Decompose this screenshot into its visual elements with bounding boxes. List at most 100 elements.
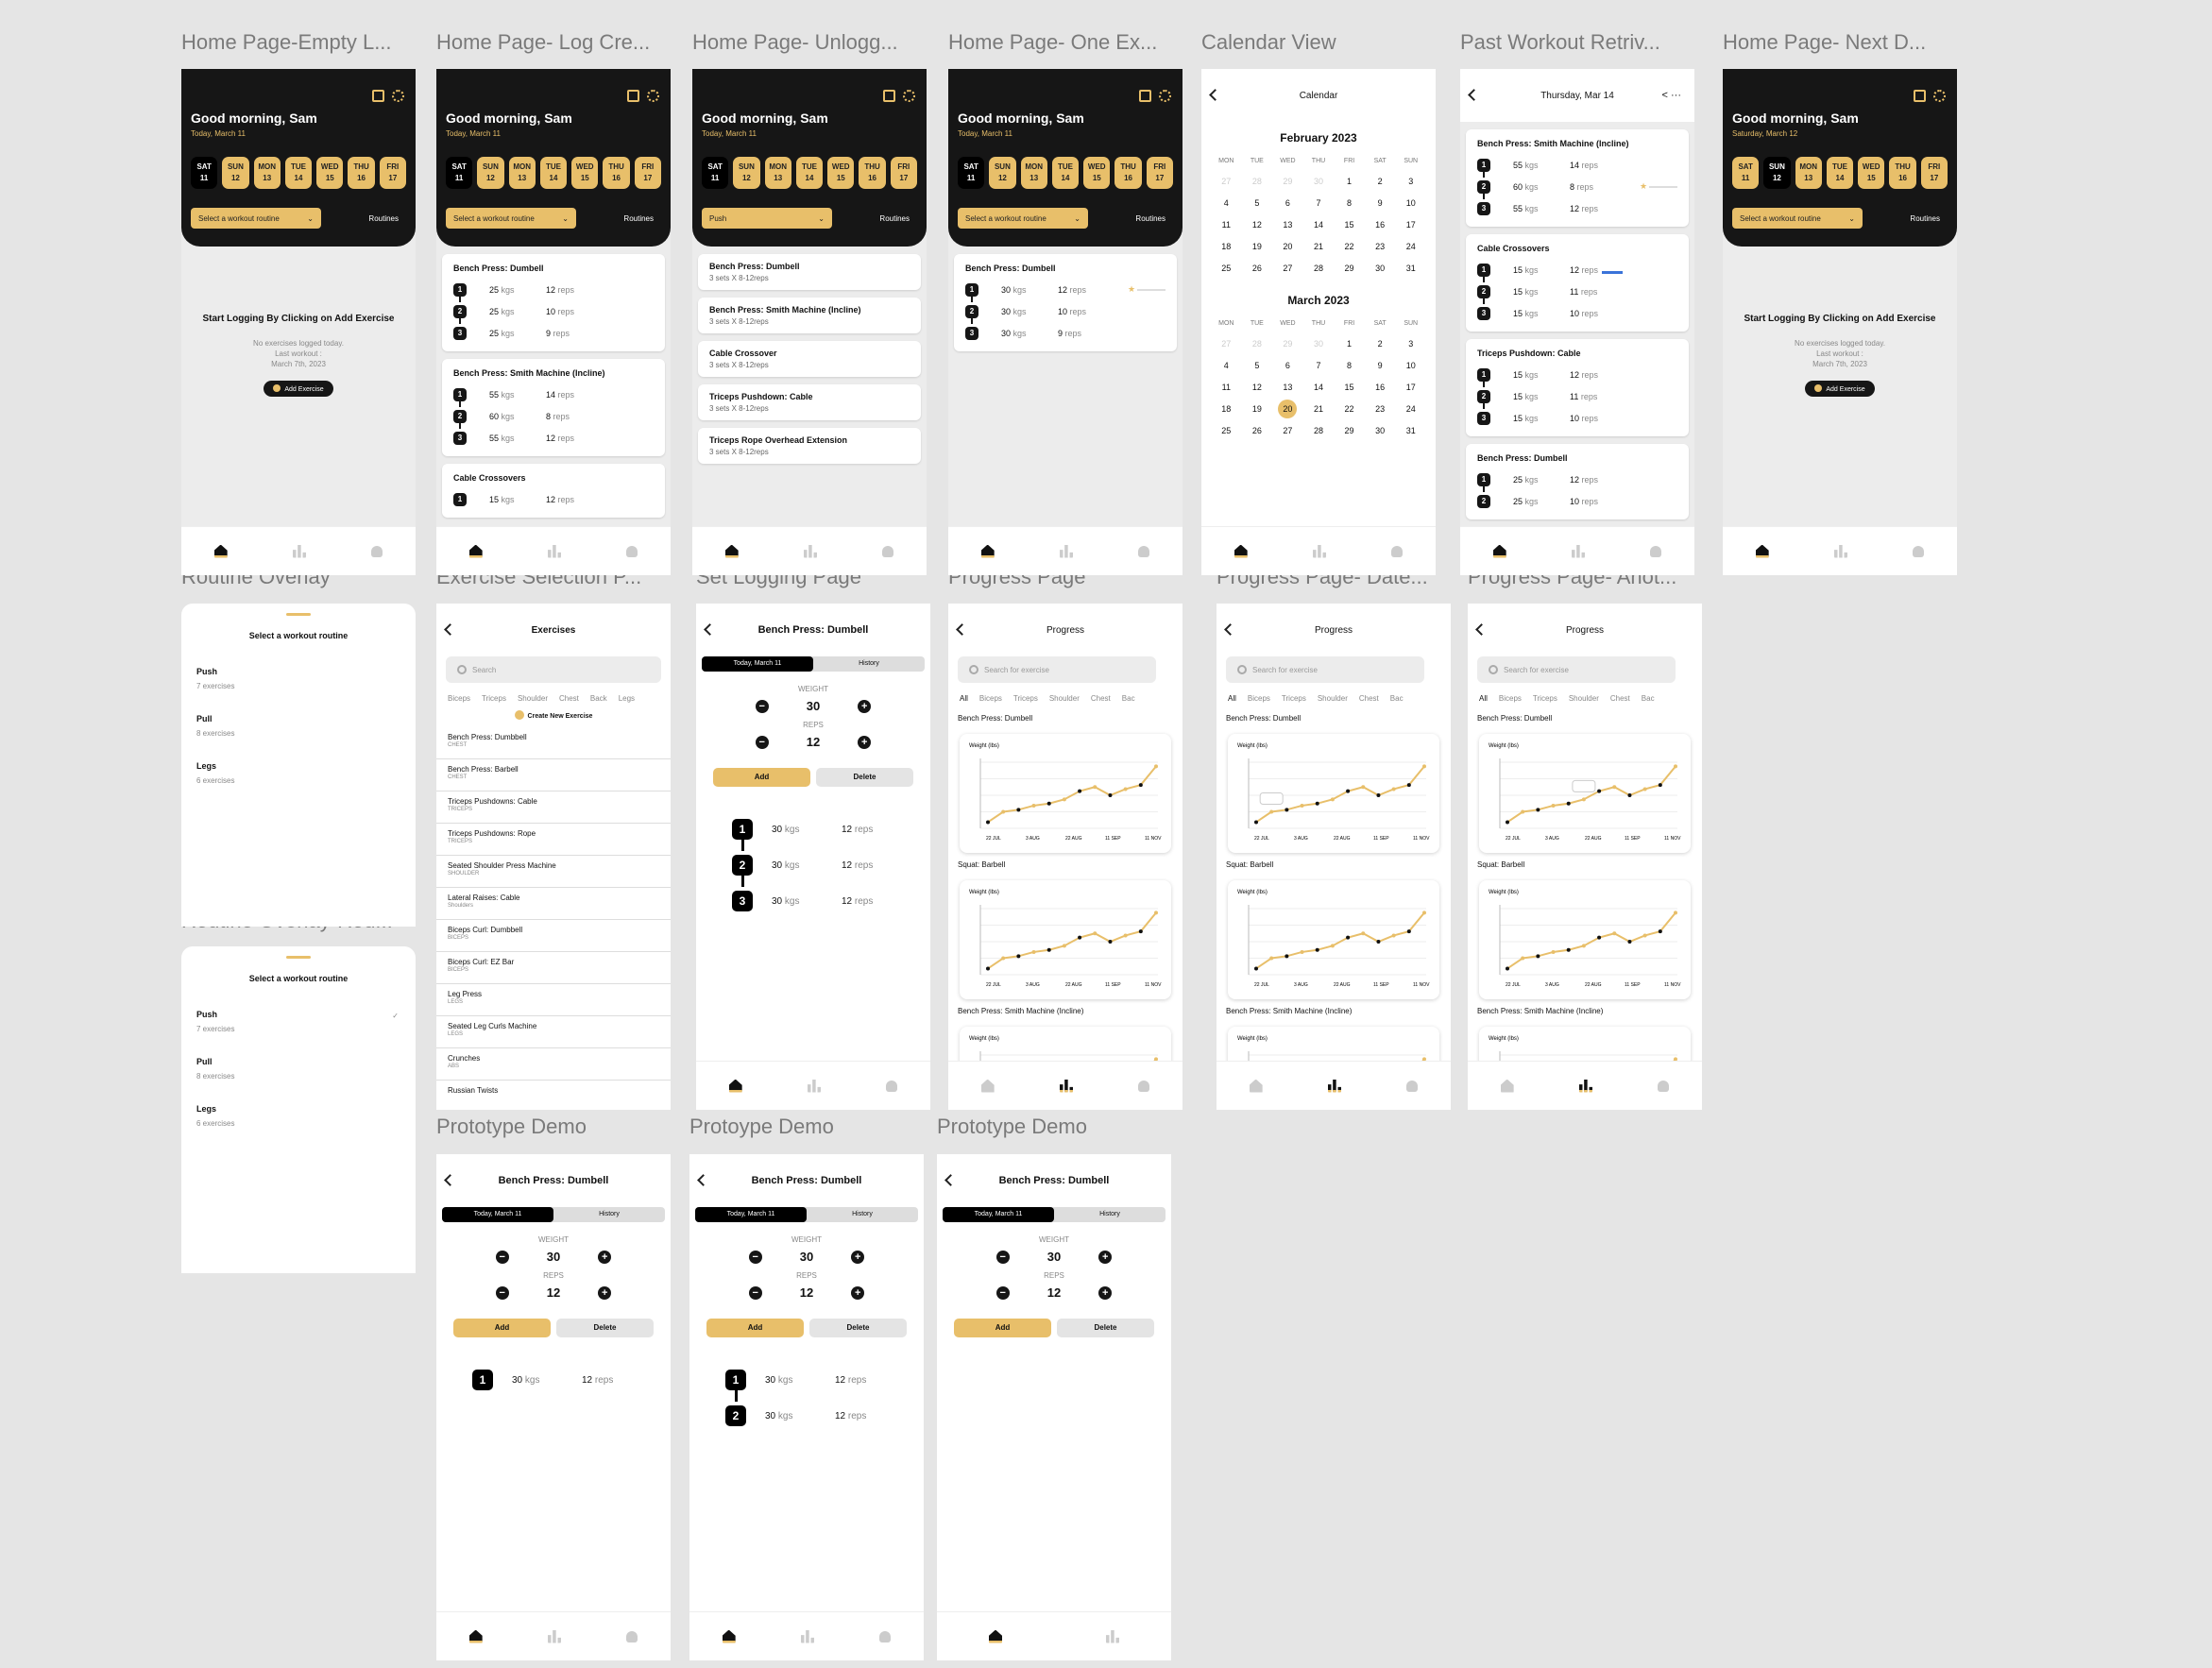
filter-tab[interactable]: Biceps	[1248, 694, 1270, 703]
data-point[interactable]	[1031, 803, 1036, 808]
routine-option[interactable]: Pull 8 exercises	[196, 714, 400, 740]
add-set-button[interactable]: Add	[706, 1319, 804, 1337]
calendar-day[interactable]: 11	[1211, 220, 1242, 230]
back-icon[interactable]	[444, 623, 456, 636]
home-icon[interactable]	[1500, 1079, 1514, 1093]
data-point[interactable]	[1597, 935, 1602, 940]
exercise-list-item[interactable]: Triceps Pushdowns: Cable TRICEPS	[436, 791, 671, 824]
calendar-day[interactable]: 26	[1242, 264, 1273, 273]
data-point[interactable]	[1642, 933, 1647, 938]
filter-tab[interactable]: Chest	[1359, 694, 1379, 703]
day-chip[interactable]: FRI 17	[634, 157, 661, 189]
day-chip[interactable]: SAT 11	[958, 157, 985, 189]
filter-tab[interactable]: Shoulder	[1049, 694, 1080, 703]
data-point[interactable]	[1612, 931, 1617, 936]
routine-option[interactable]: Legs 6 exercises	[196, 761, 400, 788]
data-point[interactable]	[1330, 797, 1335, 802]
data-point[interactable]	[1138, 929, 1143, 934]
back-icon[interactable]	[444, 1174, 456, 1186]
data-point[interactable]	[1285, 808, 1289, 812]
drag-handle[interactable]	[286, 956, 311, 959]
search-input[interactable]: Search for exercise	[1477, 656, 1676, 683]
calendar-day[interactable]: 13	[1272, 383, 1303, 392]
data-point[interactable]	[1391, 787, 1396, 791]
calendar-day[interactable]: 28	[1242, 177, 1273, 186]
delete-set-button[interactable]: Delete	[809, 1319, 907, 1337]
exercise-card[interactable]: Cable Crossovers 1 15 kgs 12 reps	[442, 464, 665, 518]
home-icon[interactable]	[980, 1079, 995, 1093]
calendar-day[interactable]: 28	[1303, 264, 1335, 273]
exercise-list-item[interactable]: Biceps Curl: EZ Bar BICEPS	[436, 952, 671, 984]
data-point[interactable]	[1642, 787, 1647, 791]
day-chip[interactable]: WED 15	[827, 157, 855, 189]
filter-tab[interactable]: Triceps	[482, 694, 506, 703]
filter-tab[interactable]: Triceps	[1533, 694, 1557, 703]
chart-icon[interactable]	[1833, 544, 1847, 558]
data-point[interactable]	[1315, 947, 1319, 952]
plus-icon[interactable]: +	[598, 1250, 612, 1264]
exercise-list-item[interactable]: Crunches ABS	[436, 1048, 671, 1081]
profile-icon[interactable]	[371, 545, 383, 557]
filter-tab[interactable]: All	[960, 694, 968, 703]
home-icon[interactable]	[728, 1079, 742, 1093]
profile-icon[interactable]	[626, 545, 638, 557]
filter-tab[interactable]: Bac	[1390, 694, 1404, 703]
calendar-day[interactable]: 14	[1303, 220, 1335, 230]
calendar-day[interactable]: 2	[1365, 339, 1396, 349]
gear-icon[interactable]	[1933, 90, 1946, 102]
data-point[interactable]	[1269, 956, 1274, 961]
gear-icon[interactable]	[903, 90, 915, 102]
chart-card[interactable]: Weight (lbs) 22 JUL 3 AUG 22 AUG 11 SEP 11 NO…	[960, 880, 1171, 999]
routine-exercise-card[interactable]: Triceps Pushdown: Cable 3 sets X 8-12reps	[698, 384, 921, 420]
calendar-day[interactable]: 16	[1365, 383, 1396, 392]
data-point[interactable]	[1093, 785, 1097, 790]
day-chip[interactable]: MON 13	[1020, 157, 1047, 189]
calendar-icon[interactable]	[1914, 90, 1926, 102]
calendar-day[interactable]: 17	[1395, 220, 1426, 230]
routine-select[interactable]: Select a workout routine ⌄	[191, 208, 321, 229]
home-icon[interactable]	[722, 1629, 736, 1643]
calendar-day[interactable]: 9	[1365, 361, 1396, 370]
chart-icon[interactable]	[292, 544, 306, 558]
day-chip[interactable]: THU 16	[859, 157, 886, 189]
delete-set-button[interactable]: Delete	[1057, 1319, 1154, 1337]
back-icon[interactable]	[956, 623, 968, 636]
home-icon[interactable]	[724, 544, 739, 558]
share-more-icon[interactable]: < ···	[1662, 90, 1681, 101]
routine-option[interactable]: Legs 6 exercises	[196, 1104, 400, 1131]
filter-tab[interactable]: All	[1228, 694, 1236, 703]
data-point[interactable]	[1627, 940, 1632, 944]
add-set-button[interactable]: Add	[954, 1319, 1051, 1337]
filter-tab[interactable]: Shoulder	[1569, 694, 1599, 703]
data-point[interactable]	[1123, 933, 1128, 938]
selected-day[interactable]: 20	[1278, 400, 1298, 418]
chart-icon[interactable]	[547, 1629, 561, 1643]
chart-icon[interactable]	[1312, 544, 1326, 558]
calendar-day[interactable]: 9	[1365, 198, 1396, 208]
data-point[interactable]	[1674, 1057, 1677, 1061]
calendar-day[interactable]: 15	[1334, 220, 1365, 230]
chart-card[interactable]: Weight (lbs) 22 JUL 3 AUG 22 AUG 11 SEP 11 NO…	[1479, 734, 1691, 853]
minus-icon[interactable]: −	[755, 735, 769, 749]
calendar-day[interactable]: 10	[1395, 198, 1426, 208]
routine-select[interactable]: Push ⌄	[702, 208, 832, 229]
data-point[interactable]	[1536, 808, 1540, 812]
exercise-list-item[interactable]: Biceps Curl: Dumbbell BICEPS	[436, 920, 671, 952]
data-point[interactable]	[1108, 940, 1113, 944]
data-point[interactable]	[1001, 809, 1006, 814]
day-chip[interactable]: TUE 14	[1051, 157, 1080, 189]
back-icon[interactable]	[1209, 89, 1221, 101]
minus-icon[interactable]: −	[755, 699, 769, 713]
data-point[interactable]	[1581, 944, 1586, 948]
routine-option[interactable]: Push 7 exercises ✓	[196, 1010, 400, 1036]
drag-handle[interactable]	[286, 613, 311, 616]
calendar-day[interactable]: 4	[1211, 198, 1242, 208]
routines-link[interactable]: Routines	[1135, 214, 1166, 223]
data-point[interactable]	[1138, 783, 1143, 788]
filter-tab[interactable]: Chest	[559, 694, 579, 703]
exercise-list-item[interactable]: Bench Press: Dumbbell CHEST	[436, 727, 671, 759]
chart-icon[interactable]	[800, 1629, 814, 1643]
filter-tab[interactable]: Chest	[1091, 694, 1111, 703]
day-chip[interactable]: THU 16	[603, 157, 630, 189]
calendar-day[interactable]: 25	[1211, 426, 1242, 435]
